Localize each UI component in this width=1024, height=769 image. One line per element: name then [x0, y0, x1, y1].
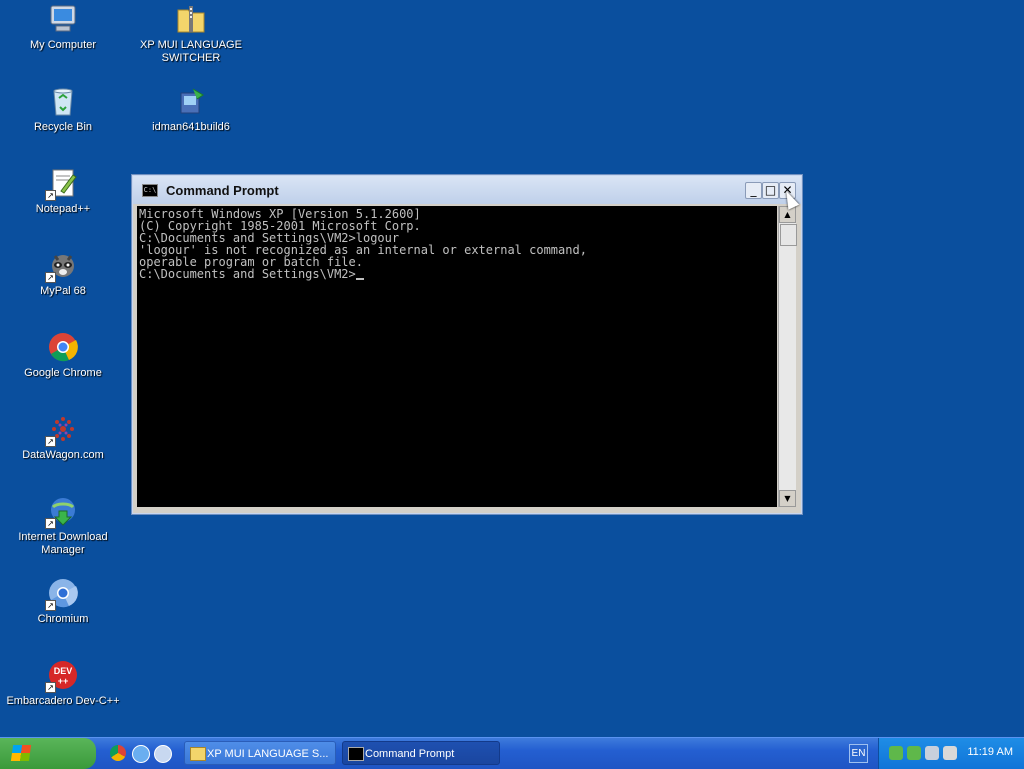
desktop-icon-embarcadero-dev-cpp[interactable]: DEV ++ ↗ Embarcadero Dev-C++ — [3, 659, 123, 708]
console-prompt-line: C:\Documents and Settings\VM2> — [139, 268, 777, 280]
svg-text:DEV: DEV — [54, 666, 73, 676]
shortcut-arrow-icon: ↗ — [45, 436, 56, 447]
shortcut-arrow-icon: ↗ — [45, 190, 56, 201]
desktop-icon-label: Google Chrome — [24, 367, 102, 379]
quicklaunch-chrome-icon[interactable] — [110, 745, 126, 761]
recycle-bin-icon — [47, 85, 79, 117]
desktop-icon-mypal-68[interactable]: ↗ MyPal 68 — [3, 249, 123, 298]
taskbar-button-label: Command Prompt — [365, 748, 455, 760]
console-prompt: C:\Documents and Settings\VM2> — [139, 267, 356, 281]
cmd-icon — [348, 747, 364, 761]
command-prompt-window[interactable]: C:\ Command Prompt _ □ ✕ Microsoft Windo… — [132, 175, 802, 514]
maximize-button[interactable]: □ — [762, 182, 779, 199]
desktop-icon-label: Notepad++ — [35, 203, 91, 215]
window-title: Command Prompt — [166, 182, 279, 198]
cmd-icon: C:\ — [142, 183, 158, 197]
minimize-button[interactable]: _ — [745, 182, 762, 199]
shortcut-arrow-icon: ↗ — [45, 600, 56, 611]
desktop-icon-google-chrome[interactable]: Google Chrome — [3, 331, 123, 380]
folder-zip-icon — [175, 3, 207, 35]
taskbar-button-xp-mui[interactable]: XP MUI LANGUAGE S... — [184, 741, 336, 765]
network-icon[interactable] — [889, 746, 903, 760]
datawagon-icon: ↗ — [45, 413, 79, 447]
shortcut-arrow-icon: ↗ — [45, 272, 56, 283]
notepad-icon: ↗ — [45, 167, 79, 201]
window-titlebar[interactable]: C:\ Command Prompt _ □ ✕ — [133, 176, 801, 204]
taskbar-button-command-prompt[interactable]: Command Prompt — [342, 741, 500, 765]
svg-text:++: ++ — [58, 676, 69, 686]
shortcut-arrow-icon: ↗ — [45, 518, 56, 529]
desktop-icon-datawagon[interactable]: ↗ DataWagon.com — [3, 413, 123, 462]
devcpp-icon: DEV ++ ↗ — [45, 659, 79, 693]
desktop-icon-my-computer[interactable]: My Computer — [3, 3, 123, 52]
desktop-icon-recycle-bin[interactable]: Recycle Bin — [3, 85, 123, 134]
raccoon-icon: ↗ — [45, 249, 79, 283]
shortcut-arrow-icon: ↗ — [45, 682, 56, 693]
scroll-thumb[interactable] — [780, 224, 797, 246]
desktop-icon-label: MyPal 68 — [40, 285, 86, 297]
desktop-icon-xp-mui-language-switcher[interactable]: XP MUI LANGUAGE SWITCHER — [131, 3, 251, 65]
system-tray: 11:19 AM — [878, 738, 1024, 769]
desktop-icon-label: Chromium — [37, 613, 89, 625]
start-button[interactable] — [0, 738, 96, 769]
security-shield-icon[interactable] — [925, 746, 939, 760]
quicklaunch-ie-icon[interactable] — [132, 745, 150, 763]
network-icon[interactable] — [907, 746, 921, 760]
taskbar-button-label: XP MUI LANGUAGE S... — [207, 748, 329, 760]
desktop-icon-label: Recycle Bin — [33, 121, 93, 133]
desktop-icon-label: Embarcadero Dev-C++ — [6, 695, 120, 707]
scroll-down-arrow-icon[interactable]: ▼ — [779, 490, 796, 507]
chrome-icon — [47, 331, 79, 363]
desktop-icon-label: DataWagon.com — [22, 449, 104, 461]
desktop-icon-idman641build6[interactable]: idman641build6 — [131, 85, 251, 134]
idm-icon: ↗ — [45, 495, 79, 529]
speaker-icon[interactable] — [943, 746, 957, 760]
desktop-icon-label: XP MUI LANGUAGE SWITCHER — [140, 39, 242, 64]
desktop-icon-label: Internet Download Manager — [18, 531, 108, 556]
desktop-icon-label: idman641build6 — [152, 121, 230, 133]
clock[interactable]: 11:19 AM — [967, 746, 1013, 758]
folder-icon — [190, 747, 206, 761]
quicklaunch-media-icon[interactable] — [154, 745, 172, 763]
windows-logo-icon — [10, 745, 32, 761]
desktop-icon-internet-download-manager[interactable]: ↗ Internet Download Manager — [3, 495, 123, 557]
installer-icon — [175, 85, 207, 117]
desktop-icon-chromium[interactable]: ↗ Chromium — [3, 577, 123, 626]
console-output[interactable]: Microsoft Windows XP [Version 5.1.2600](… — [137, 206, 777, 507]
desktop-icon-notepad-plus-plus[interactable]: ↗ Notepad++ — [3, 167, 123, 216]
computer-icon — [47, 3, 79, 35]
desktop-icon-label: My Computer — [29, 39, 97, 51]
vertical-scrollbar[interactable]: ▲ ▼ — [778, 206, 797, 507]
text-cursor — [355, 278, 364, 280]
chromium-icon: ↗ — [45, 577, 79, 611]
language-indicator[interactable]: EN — [849, 744, 868, 763]
taskbar: XP MUI LANGUAGE S... Command Prompt EN 1… — [0, 737, 1024, 769]
